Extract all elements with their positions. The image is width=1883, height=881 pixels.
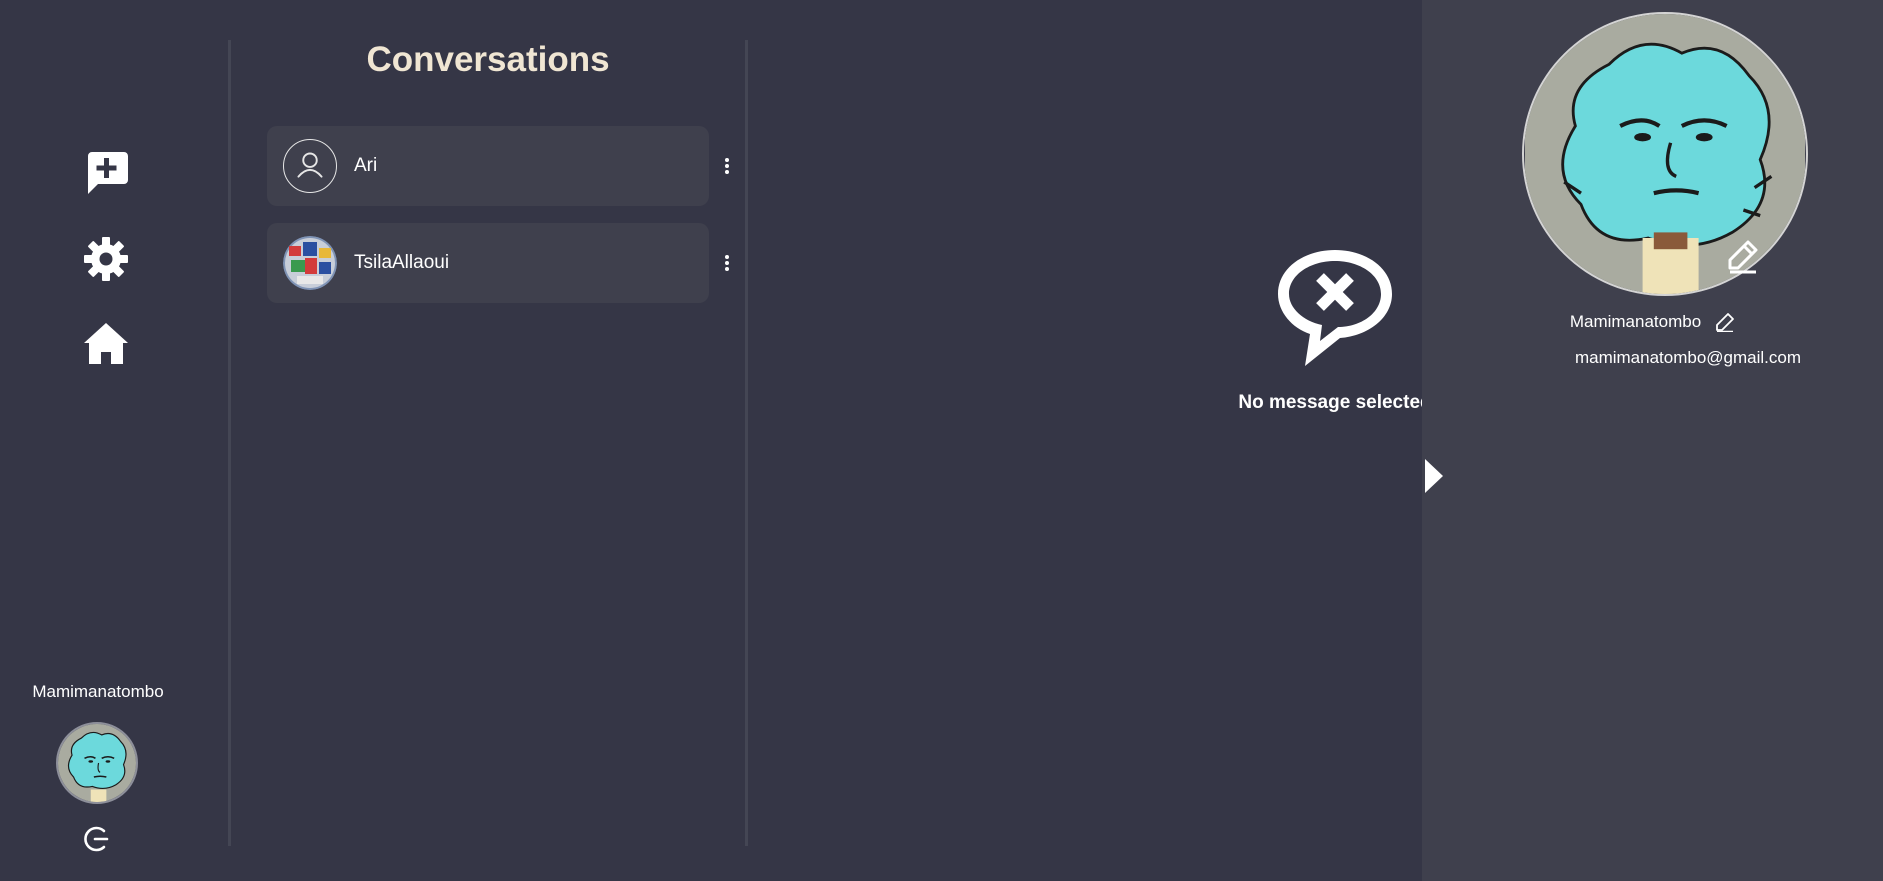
conversations-panel: Conversations Ari TsilaAllaoui (231, 0, 745, 881)
conversation-avatar (283, 236, 337, 290)
more-vertical-icon (725, 158, 729, 174)
current-username: Mamimanatombo (32, 682, 164, 701)
profile-avatar (1522, 12, 1808, 296)
profile-name-row: Mamimanatombo (1422, 312, 1883, 332)
edit-name-button[interactable] (1715, 312, 1735, 332)
logout-button[interactable] (80, 822, 114, 856)
conversation-name: Ari (354, 155, 378, 176)
profile-toggle-button[interactable] (1424, 458, 1444, 494)
current-user-avatar[interactable] (56, 722, 138, 804)
new-conversation-icon (88, 152, 128, 194)
avatar-image (1525, 14, 1805, 294)
logout-icon (84, 826, 109, 852)
pencil-icon (1728, 240, 1758, 274)
conversations-divider (745, 40, 748, 846)
conversation-menu-button[interactable] (717, 223, 737, 303)
conversation-item[interactable]: TsilaAllaoui (267, 223, 709, 303)
home-button[interactable] (80, 318, 132, 370)
settings-button[interactable] (80, 233, 132, 285)
chevron-right-icon (1425, 459, 1443, 493)
avatar-image (58, 724, 136, 802)
conversation-name: TsilaAllaoui (354, 252, 450, 273)
profile-email: mamimanatombo@gmail.com (1574, 348, 1802, 367)
conversation-item[interactable]: Ari (267, 126, 709, 206)
edit-avatar-button[interactable] (1726, 238, 1760, 274)
settings-icon (84, 237, 128, 281)
conversations-title: Conversations (366, 40, 610, 79)
conversation-menu-button[interactable] (717, 126, 737, 206)
home-icon (84, 323, 128, 364)
more-vertical-icon (725, 255, 729, 271)
pencil-icon (1716, 313, 1735, 332)
default-user-icon (283, 139, 337, 193)
new-conversation-button[interactable] (80, 146, 132, 198)
no-message-icon (1270, 244, 1400, 368)
left-rail: Mamimanatombo (0, 0, 228, 881)
profile-name: Mamimanatombo (1569, 312, 1702, 331)
